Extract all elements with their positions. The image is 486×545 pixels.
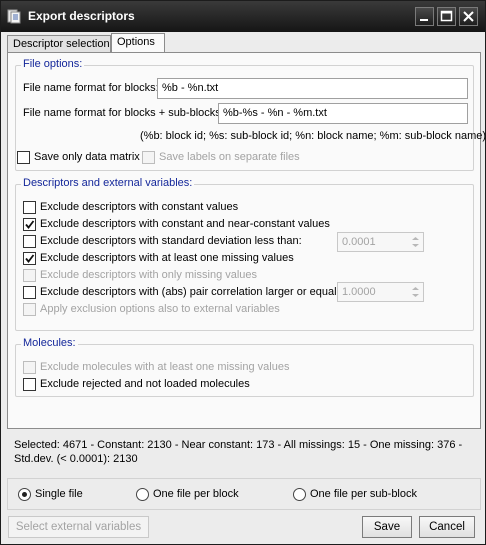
format-legend: (%b: block id; %s: sub-block id; %n: blo…	[140, 130, 486, 142]
cancel-button[interactable]: Cancel	[419, 516, 475, 538]
exclude-near-constant-checkbox[interactable]	[23, 218, 36, 231]
radio-dot	[22, 492, 27, 497]
apply-external-checkbox[interactable]	[23, 303, 36, 316]
window-title: Export descriptors	[28, 9, 135, 23]
file-options-group: File options: File name format for block…	[15, 58, 486, 171]
exclude-correlation-checkbox[interactable]	[23, 286, 36, 299]
exclude-missing-label: Exclude descriptors with at least one mi…	[40, 252, 294, 264]
exclude-near-constant-label: Exclude descriptors with constant and ne…	[40, 218, 330, 230]
selection-summary: Selected: 4671 - Constant: 2130 - Near c…	[14, 438, 474, 466]
maximize-button[interactable]	[437, 7, 456, 26]
exclude-missing-checkbox[interactable]	[23, 252, 36, 265]
one-file-per-block-label: One file per block	[153, 488, 239, 500]
correlation-spinner[interactable]: 1.0000	[337, 282, 424, 302]
exclude-constant-label: Exclude descriptors with constant values	[40, 201, 239, 213]
molecules-group: Molecules: Exclude molecules with at lea…	[15, 337, 474, 397]
summary-line: Std.dev. (< 0.0001): 2130	[14, 453, 138, 465]
save-only-matrix-checkbox[interactable]	[17, 151, 30, 164]
export-descriptors-window: Export descriptors Descriptor selection …	[0, 0, 486, 545]
save-only-matrix-label: Save only data matrix	[34, 151, 140, 163]
exclude-molecules-missing-checkbox[interactable]	[23, 361, 36, 374]
app-icon	[7, 9, 21, 24]
minimize-icon	[420, 19, 428, 21]
tab-label: Options	[117, 36, 155, 48]
tab-label: Descriptor selection	[13, 38, 110, 50]
title-bar[interactable]: Export descriptors	[1, 1, 485, 32]
group-label: Descriptors and external variables:	[21, 177, 195, 189]
spinner-arrows-icon[interactable]	[409, 284, 422, 300]
std-dev-spinner[interactable]: 0.0001	[337, 232, 424, 252]
exclude-only-missing-checkbox[interactable]	[23, 269, 36, 282]
exclude-molecules-missing-label: Exclude molecules with at least one miss…	[40, 361, 290, 373]
minimize-button[interactable]	[415, 7, 434, 26]
select-external-variables-button[interactable]: Select external variables	[8, 516, 149, 538]
one-file-per-block-radio[interactable]	[136, 488, 149, 501]
exclude-std-dev-label: Exclude descriptors with standard deviat…	[40, 235, 302, 247]
group-label: File options:	[21, 58, 85, 70]
exclude-rejected-checkbox[interactable]	[23, 378, 36, 391]
subblocks-format-label: File name format for blocks + sub-blocks…	[23, 107, 224, 119]
exclude-rejected-label: Exclude rejected and not loaded molecule…	[40, 378, 250, 390]
summary-line: Selected: 4671 - Constant: 2130 - Near c…	[14, 439, 463, 451]
options-panel: File options: File name format for block…	[7, 52, 486, 429]
close-button[interactable]	[459, 7, 478, 26]
tab-options[interactable]: Options	[111, 33, 165, 52]
output-mode-group: Single file One file per block One file …	[7, 478, 481, 510]
group-label: Molecules:	[21, 337, 78, 349]
subblocks-format-input[interactable]: %b-%s - %n - %m.txt	[218, 103, 468, 124]
exclude-constant-checkbox[interactable]	[23, 201, 36, 214]
correlation-value: 1.0000	[342, 286, 376, 298]
checkmark-icon	[25, 220, 35, 229]
exclude-std-dev-checkbox[interactable]	[23, 235, 36, 248]
one-file-per-subblock-radio[interactable]	[293, 488, 306, 501]
save-button[interactable]: Save	[362, 516, 412, 538]
descriptors-group: Descriptors and external variables: Excl…	[15, 177, 474, 331]
save-labels-checkbox[interactable]	[142, 151, 155, 164]
blocks-format-label: File name format for blocks:	[23, 82, 159, 94]
std-dev-value: 0.0001	[342, 236, 376, 248]
exclude-only-missing-label: Exclude descriptors with only missing va…	[40, 269, 258, 281]
close-icon	[463, 11, 474, 22]
exclude-correlation-label: Exclude descriptors with (abs) pair corr…	[40, 286, 352, 298]
tab-descriptor-selection[interactable]: Descriptor selection	[7, 35, 111, 52]
maximize-icon	[440, 10, 453, 22]
single-file-radio[interactable]	[18, 488, 31, 501]
apply-external-label: Apply exclusion options also to external…	[40, 303, 280, 315]
one-file-per-subblock-label: One file per sub-block	[310, 488, 417, 500]
save-labels-label: Save labels on separate files	[159, 151, 300, 163]
blocks-format-input[interactable]: %b - %n.txt	[157, 78, 468, 99]
single-file-label: Single file	[35, 488, 83, 500]
checkmark-icon	[25, 254, 35, 263]
spinner-arrows-icon[interactable]	[409, 234, 422, 250]
